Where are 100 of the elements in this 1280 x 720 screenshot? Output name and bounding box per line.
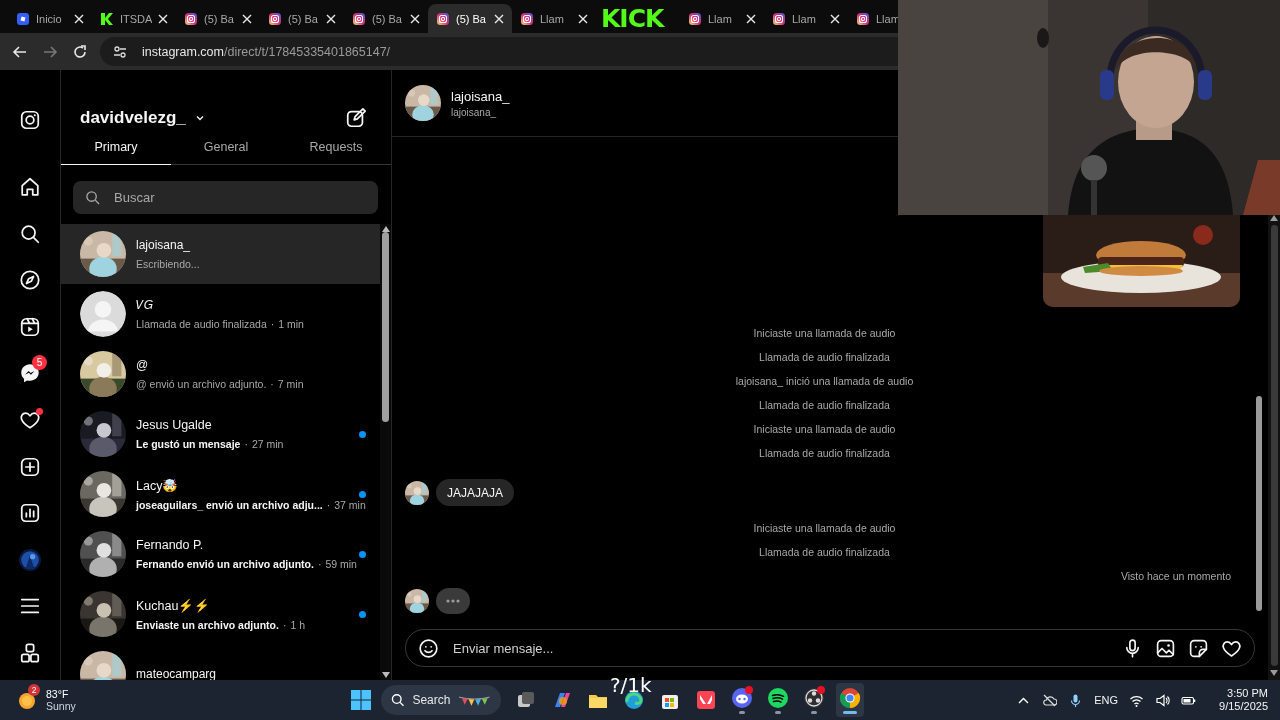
plus-icon[interactable] (19, 455, 41, 478)
close-icon[interactable] (830, 13, 840, 24)
search-field[interactable]: Buscar (73, 181, 378, 214)
contact-name: Jesus Ugalde (136, 418, 213, 432)
conversation-item[interactable]: 𝑉𝐺 Llamada de audio finalizada · 1 min (61, 284, 380, 344)
message-preview: Llamada de audio finalizada (136, 318, 267, 330)
compass-icon[interactable] (19, 269, 41, 292)
inbox-tab[interactable]: Primary (61, 136, 171, 165)
close-icon[interactable] (158, 13, 168, 24)
running-indicator (843, 710, 857, 714)
running-indicator (811, 710, 817, 714)
inbox-tab[interactable]: General (171, 136, 281, 165)
message-time: 1 min (278, 318, 304, 330)
scrollbar-thumb[interactable] (1256, 396, 1262, 611)
system-message: Llamada de audio finalizada (759, 350, 890, 364)
conversation-item[interactable]: lajoisana_ Escribiendo... (61, 224, 380, 284)
close-icon[interactable] (74, 13, 84, 24)
browser-tab[interactable]: Inicio (8, 4, 92, 33)
conversation-item[interactable]: Jesus Ugalde Le gustó un mensaje · 27 min (61, 404, 380, 464)
browser-tab[interactable]: (5) Ba (176, 4, 260, 33)
clock[interactable]: 3:50 PM 9/15/2025 (1219, 687, 1268, 713)
close-icon[interactable] (494, 13, 504, 24)
scrollbar-thumb[interactable] (382, 232, 389, 422)
message-time: 37 min (334, 498, 366, 511)
account-name[interactable]: davidvelezg_ (80, 108, 186, 128)
app-icon (695, 689, 717, 711)
browser-tab[interactable]: (5) Ba (260, 4, 344, 33)
home-icon[interactable] (19, 176, 41, 198)
compose-icon[interactable] (345, 107, 367, 129)
reels-icon[interactable] (19, 315, 41, 338)
cloud-icon[interactable] (1042, 692, 1058, 708)
search-icon[interactable] (19, 222, 41, 245)
browser-tab[interactable]: Llam (680, 4, 764, 33)
browser-tab[interactable]: (5) Ba (344, 4, 428, 33)
conversation-item[interactable]: Fernando P. Fernando envió un archivo adjunto. · 59 min (61, 524, 380, 584)
back-arrow-icon[interactable] (12, 43, 28, 60)
close-icon[interactable] (410, 13, 420, 24)
scroll-up-arrow[interactable] (381, 226, 390, 232)
browser-tab[interactable]: (5) Ba (428, 4, 512, 33)
contact-name: 𝑉𝐺 (136, 298, 154, 312)
url-text: instagram.com/direct/t/17845335401865147/ (142, 44, 391, 59)
image-icon[interactable] (1155, 637, 1176, 659)
instagram-logo-icon[interactable] (19, 109, 41, 131)
speaker-icon[interactable] (1155, 692, 1171, 708)
close-icon[interactable] (326, 13, 336, 24)
inbox-tab[interactable]: Requests (281, 136, 391, 165)
scroll-down-arrow[interactable] (381, 672, 390, 678)
message-bubble: JAJAJAJA (436, 479, 514, 506)
start-icon[interactable] (350, 689, 372, 711)
close-icon[interactable] (746, 13, 756, 24)
system-message: Llamada de audio finalizada (759, 398, 890, 412)
language-indicator[interactable]: ENG (1094, 694, 1119, 706)
forward-arrow-icon[interactable] (42, 43, 58, 60)
viewer-counter: ?/1k (610, 674, 652, 696)
scroll-up-arrow[interactable] (1270, 215, 1278, 221)
camera-logo-icon (520, 11, 534, 26)
conversation-item[interactable]: Kuchau⚡⚡ Enviaste un archivo adjunto. · 1 h (61, 584, 380, 644)
contact-name: @ (136, 358, 150, 372)
message-time: 59 min (325, 558, 357, 570)
separator-dot: · (317, 558, 322, 570)
browser-tab[interactable]: ITSDA (92, 4, 176, 33)
system-message: Llamada de audio finalizada (759, 446, 890, 460)
conversation-item[interactable]: Lacy🤯 joseaguilars_ envió un archivo adju... · 37 min (61, 464, 380, 524)
sticker-icon[interactable] (1188, 637, 1209, 659)
system-message: Iniciaste una llamada de audio (753, 521, 896, 535)
message-time: 7 min (277, 378, 304, 390)
contact-name: lajoisana_ (136, 238, 192, 252)
message-input[interactable]: Enviar mensaje... (451, 639, 1110, 657)
browser-tab[interactable]: Llam (764, 4, 848, 33)
camera-logo-icon (268, 11, 282, 26)
separator-dot: · (244, 438, 248, 450)
search-button[interactable]: Search (381, 685, 501, 715)
temperature: 83°F (46, 688, 70, 700)
notification-badge: 2 (28, 684, 40, 696)
four-squares-icon[interactable] (19, 641, 41, 664)
scroll-down-arrow[interactable] (1270, 670, 1278, 676)
close-icon[interactable] (578, 13, 588, 24)
address-bar[interactable]: instagram.com/direct/t/17845335401865147/ (100, 37, 898, 66)
separator-dot: · (270, 378, 274, 390)
emoji-icon[interactable] (418, 637, 439, 659)
contact-name: Kuchau⚡⚡ (136, 597, 212, 613)
site-settings-icon[interactable] (112, 43, 128, 60)
chart-icon[interactable] (19, 502, 41, 525)
conversation-item[interactable]: @ @ envió un archivo adjunto. · 7 min (61, 344, 380, 404)
scrollbar-thumb[interactable] (1270, 225, 1278, 666)
browser-tab[interactable]: Llam (512, 4, 596, 33)
taskbar-app[interactable] (836, 683, 864, 717)
reload-icon[interactable] (72, 43, 88, 60)
message-preview: joseaguilars_ envió un archivo adju... (136, 498, 323, 511)
message-preview: Escribiendo... (136, 258, 200, 270)
contact-username: lajoisana_ (451, 106, 498, 118)
typing-dots-icon (446, 599, 460, 603)
unread-dot (359, 610, 366, 618)
bunting-icon (458, 694, 491, 706)
close-icon[interactable] (242, 13, 252, 24)
contact-name[interactable]: lajoisana_ (451, 88, 510, 104)
message-preview: Enviaste un archivo adjunto. (136, 618, 279, 631)
search-input[interactable]: Buscar (112, 189, 366, 206)
contact-name: Lacy🤯 (136, 477, 180, 493)
contact-name: mateocamparg_ (136, 667, 224, 680)
